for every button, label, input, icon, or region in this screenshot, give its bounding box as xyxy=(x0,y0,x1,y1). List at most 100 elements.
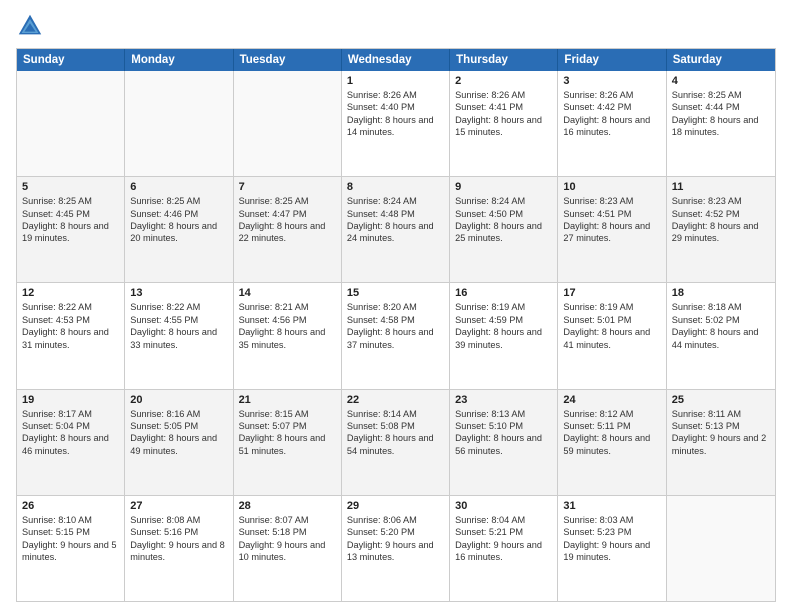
calendar-row: 19 Sunrise: 8:17 AMSunset: 5:04 PMDayligh… xyxy=(17,389,775,495)
calendar: SundayMondayTuesdayWednesdayThursdayFrid… xyxy=(16,48,776,602)
day-info: Sunrise: 8:21 AMSunset: 4:56 PMDaylight:… xyxy=(239,301,336,351)
day-number: 15 xyxy=(347,287,444,299)
day-header: Saturday xyxy=(667,49,775,71)
day-cell: 27 Sunrise: 8:08 AMSunset: 5:16 PMDayligh… xyxy=(125,496,233,601)
calendar-row: 26 Sunrise: 8:10 AMSunset: 5:15 PMDayligh… xyxy=(17,495,775,601)
day-info: Sunrise: 8:13 AMSunset: 5:10 PMDaylight:… xyxy=(455,408,552,458)
day-header: Sunday xyxy=(17,49,125,71)
day-cell: 26 Sunrise: 8:10 AMSunset: 5:15 PMDayligh… xyxy=(17,496,125,601)
day-number: 13 xyxy=(130,287,227,299)
day-number: 26 xyxy=(22,500,119,512)
day-header: Wednesday xyxy=(342,49,450,71)
day-info: Sunrise: 8:15 AMSunset: 5:07 PMDaylight:… xyxy=(239,408,336,458)
day-info: Sunrise: 8:26 AMSunset: 4:40 PMDaylight:… xyxy=(347,89,444,139)
day-info: Sunrise: 8:25 AMSunset: 4:47 PMDaylight:… xyxy=(239,195,336,245)
header xyxy=(16,12,776,40)
day-info: Sunrise: 8:10 AMSunset: 5:15 PMDaylight:… xyxy=(22,514,119,564)
day-number: 11 xyxy=(672,181,770,193)
day-cell: 22 Sunrise: 8:14 AMSunset: 5:08 PMDayligh… xyxy=(342,390,450,495)
day-info: Sunrise: 8:20 AMSunset: 4:58 PMDaylight:… xyxy=(347,301,444,351)
day-info: Sunrise: 8:24 AMSunset: 4:50 PMDaylight:… xyxy=(455,195,552,245)
day-cell: 16Sunrise: 8:19 AMSunset: 4:59 PMDayligh… xyxy=(450,283,558,388)
day-cell: 19 Sunrise: 8:17 AMSunset: 5:04 PMDayligh… xyxy=(17,390,125,495)
day-number: 17 xyxy=(563,287,660,299)
day-cell: 3Sunrise: 8:26 AMSunset: 4:42 PMDaylight… xyxy=(558,71,666,176)
day-number: 29 xyxy=(347,500,444,512)
day-cell: 6 Sunrise: 8:25 AMSunset: 4:46 PMDaylight… xyxy=(125,177,233,282)
day-number: 2 xyxy=(455,75,552,87)
day-info: Sunrise: 8:14 AMSunset: 5:08 PMDaylight:… xyxy=(347,408,444,458)
day-number: 9 xyxy=(455,181,552,193)
day-number: 23 xyxy=(455,394,552,406)
empty-cell xyxy=(17,71,125,176)
day-cell: 12 Sunrise: 8:22 AMSunset: 4:53 PMDayligh… xyxy=(17,283,125,388)
day-info: Sunrise: 8:25 AMSunset: 4:44 PMDaylight:… xyxy=(672,89,770,139)
day-number: 27 xyxy=(130,500,227,512)
day-cell: 31 Sunrise: 8:03 AMSunset: 5:23 PMDayligh… xyxy=(558,496,666,601)
day-cell: 13 Sunrise: 8:22 AMSunset: 4:55 PMDayligh… xyxy=(125,283,233,388)
day-info: Sunrise: 8:12 AMSunset: 5:11 PMDaylight:… xyxy=(563,408,660,458)
day-cell: 1 Sunrise: 8:26 AMSunset: 4:40 PMDaylight… xyxy=(342,71,450,176)
empty-cell xyxy=(667,496,775,601)
day-cell: 20 Sunrise: 8:16 AMSunset: 5:05 PMDayligh… xyxy=(125,390,233,495)
day-number: 22 xyxy=(347,394,444,406)
day-cell: 9 Sunrise: 8:24 AMSunset: 4:50 PMDaylight… xyxy=(450,177,558,282)
page: SundayMondayTuesdayWednesdayThursdayFrid… xyxy=(0,0,792,612)
day-info: Sunrise: 8:11 AMSunset: 5:13 PMDaylight:… xyxy=(672,408,770,458)
day-number: 21 xyxy=(239,394,336,406)
day-cell: 15 Sunrise: 8:20 AMSunset: 4:58 PMDayligh… xyxy=(342,283,450,388)
day-number: 1 xyxy=(347,75,444,87)
calendar-row: 12 Sunrise: 8:22 AMSunset: 4:53 PMDayligh… xyxy=(17,282,775,388)
day-cell: 8 Sunrise: 8:24 AMSunset: 4:48 PMDaylight… xyxy=(342,177,450,282)
day-number: 20 xyxy=(130,394,227,406)
calendar-body: 1 Sunrise: 8:26 AMSunset: 4:40 PMDaylight… xyxy=(17,71,775,601)
day-number: 3 xyxy=(563,75,660,87)
day-cell: 4 Sunrise: 8:25 AMSunset: 4:44 PMDaylight… xyxy=(667,71,775,176)
day-info: Sunrise: 8:19 AMSunset: 4:59 PMDaylight:… xyxy=(455,301,552,351)
day-info: Sunrise: 8:24 AMSunset: 4:48 PMDaylight:… xyxy=(347,195,444,245)
day-number: 31 xyxy=(563,500,660,512)
day-cell: 29 Sunrise: 8:06 AMSunset: 5:20 PMDayligh… xyxy=(342,496,450,601)
empty-cell xyxy=(125,71,233,176)
day-info: Sunrise: 8:08 AMSunset: 5:16 PMDaylight:… xyxy=(130,514,227,564)
day-info: Sunrise: 8:07 AMSunset: 5:18 PMDaylight:… xyxy=(239,514,336,564)
day-header: Friday xyxy=(558,49,666,71)
day-header: Tuesday xyxy=(234,49,342,71)
day-info: Sunrise: 8:17 AMSunset: 5:04 PMDaylight:… xyxy=(22,408,119,458)
day-cell: 21 Sunrise: 8:15 AMSunset: 5:07 PMDayligh… xyxy=(234,390,342,495)
day-info: Sunrise: 8:26 AMSunset: 4:41 PMDaylight:… xyxy=(455,89,552,139)
day-cell: 25Sunrise: 8:11 AMSunset: 5:13 PMDayligh… xyxy=(667,390,775,495)
day-number: 18 xyxy=(672,287,770,299)
day-number: 7 xyxy=(239,181,336,193)
day-info: Sunrise: 8:22 AMSunset: 4:55 PMDaylight:… xyxy=(130,301,227,351)
day-header: Monday xyxy=(125,49,233,71)
day-number: 5 xyxy=(22,181,119,193)
day-cell: 24 Sunrise: 8:12 AMSunset: 5:11 PMDayligh… xyxy=(558,390,666,495)
logo xyxy=(16,12,48,40)
day-number: 10 xyxy=(563,181,660,193)
calendar-row: 5 Sunrise: 8:25 AMSunset: 4:45 PMDaylight… xyxy=(17,176,775,282)
day-info: Sunrise: 8:06 AMSunset: 5:20 PMDaylight:… xyxy=(347,514,444,564)
day-number: 19 xyxy=(22,394,119,406)
day-info: Sunrise: 8:23 AMSunset: 4:51 PMDaylight:… xyxy=(563,195,660,245)
day-info: Sunrise: 8:25 AMSunset: 4:46 PMDaylight:… xyxy=(130,195,227,245)
day-number: 12 xyxy=(22,287,119,299)
day-number: 8 xyxy=(347,181,444,193)
day-cell: 11Sunrise: 8:23 AMSunset: 4:52 PMDayligh… xyxy=(667,177,775,282)
day-info: Sunrise: 8:18 AMSunset: 5:02 PMDaylight:… xyxy=(672,301,770,351)
day-cell: 30Sunrise: 8:04 AMSunset: 5:21 PMDayligh… xyxy=(450,496,558,601)
day-number: 24 xyxy=(563,394,660,406)
day-number: 4 xyxy=(672,75,770,87)
day-info: Sunrise: 8:16 AMSunset: 5:05 PMDaylight:… xyxy=(130,408,227,458)
day-cell: 23 Sunrise: 8:13 AMSunset: 5:10 PMDayligh… xyxy=(450,390,558,495)
day-info: Sunrise: 8:03 AMSunset: 5:23 PMDaylight:… xyxy=(563,514,660,564)
day-number: 6 xyxy=(130,181,227,193)
day-info: Sunrise: 8:22 AMSunset: 4:53 PMDaylight:… xyxy=(22,301,119,351)
calendar-row: 1 Sunrise: 8:26 AMSunset: 4:40 PMDaylight… xyxy=(17,71,775,176)
day-info: Sunrise: 8:04 AMSunset: 5:21 PMDaylight:… xyxy=(455,514,552,564)
logo-icon xyxy=(16,12,44,40)
day-cell: 17Sunrise: 8:19 AMSunset: 5:01 PMDayligh… xyxy=(558,283,666,388)
day-info: Sunrise: 8:25 AMSunset: 4:45 PMDaylight:… xyxy=(22,195,119,245)
day-cell: 7 Sunrise: 8:25 AMSunset: 4:47 PMDaylight… xyxy=(234,177,342,282)
day-cell: 14Sunrise: 8:21 AMSunset: 4:56 PMDayligh… xyxy=(234,283,342,388)
